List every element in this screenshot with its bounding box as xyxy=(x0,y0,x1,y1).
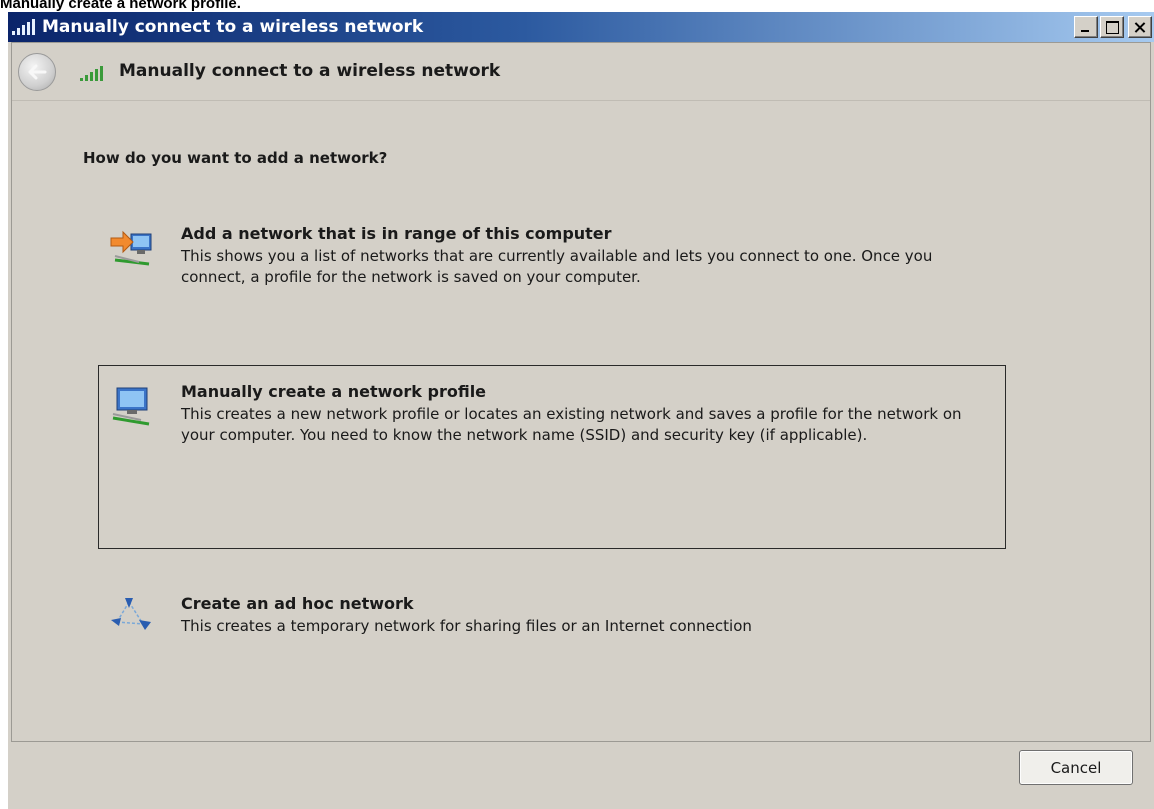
network-computer-icon xyxy=(112,387,150,426)
minimize-button[interactable] xyxy=(1074,16,1098,38)
back-arrow-icon xyxy=(28,64,47,80)
dialog-window: Manually connect to a wireless network M… xyxy=(8,12,1154,809)
title-bar[interactable]: Manually connect to a wireless network xyxy=(8,12,1154,42)
option-title: Create an ad hoc network xyxy=(181,594,414,613)
option-title: Add a network that is in range of this c… xyxy=(181,224,612,243)
back-button[interactable] xyxy=(18,53,56,91)
option-ad-hoc[interactable]: Create an ad hoc network This creates a … xyxy=(98,577,1006,647)
wizard-content: Manually connect to a wireless network H… xyxy=(11,42,1151,742)
window-title: Manually connect to a wireless network xyxy=(42,17,424,37)
close-button[interactable] xyxy=(1128,16,1152,38)
wizard-header: Manually connect to a wireless network xyxy=(12,43,1150,101)
option-description: This shows you a list of networks that a… xyxy=(181,247,933,286)
dialog-footer: Cancel xyxy=(8,742,1154,809)
question-heading: How do you want to add a network? xyxy=(83,149,388,167)
option-manual-profile[interactable]: Manually create a network profile This c… xyxy=(98,365,1006,549)
wireless-signal-icon xyxy=(12,16,38,38)
maximize-button[interactable] xyxy=(1100,16,1124,38)
window-controls xyxy=(1074,16,1152,38)
option-description: This creates a new network profile or lo… xyxy=(181,405,962,444)
wireless-signal-icon xyxy=(80,65,104,81)
network-arrow-icon xyxy=(110,230,152,266)
cancel-button[interactable]: Cancel xyxy=(1019,750,1133,785)
wizard-title: Manually connect to a wireless network xyxy=(119,61,501,81)
option-description: This creates a temporary network for sha… xyxy=(181,617,752,635)
option-title: Manually create a network profile xyxy=(181,382,487,401)
option-add-in-range[interactable]: Add a network that is in range of this c… xyxy=(98,207,1006,312)
ad-hoc-network-icon xyxy=(111,598,151,630)
